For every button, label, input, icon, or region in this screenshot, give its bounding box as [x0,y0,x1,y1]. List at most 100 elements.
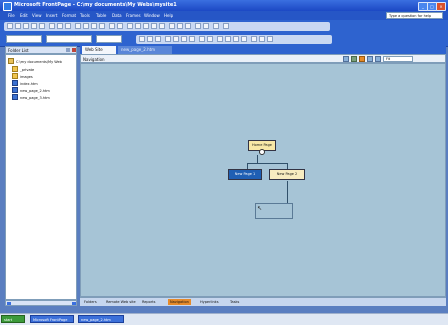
menu-data[interactable]: Data [112,13,122,18]
close-button[interactable]: × [436,2,446,11]
view-subtree-icon[interactable] [343,56,349,62]
standard-toolbar [0,20,448,34]
increase-font-icon[interactable] [199,36,205,42]
print-icon[interactable] [49,23,55,29]
formatting-toolbar-buttons [136,35,332,44]
insert-picture-icon[interactable] [151,23,157,29]
navigation-canvas: Home Page New Page 1 New Page 2 ↖ [80,63,446,297]
drawing-icon[interactable] [159,23,165,29]
hyperlink-icon[interactable] [169,23,175,29]
view-folders[interactable]: Folders [82,299,99,305]
tree-item-images[interactable]: images [12,73,33,79]
menu-file[interactable]: File [8,13,15,18]
show-all-icon[interactable] [203,23,209,29]
nav-node-new-page-2[interactable]: New Page 2 [269,169,305,180]
views-bar: Folders Remote Web site Reports Navigati… [80,297,446,306]
align-center-icon[interactable] [173,36,179,42]
start-button[interactable]: start [1,315,25,323]
spelling-icon[interactable] [65,23,71,29]
folder-list-toggle-icon[interactable] [39,23,45,29]
save-icon[interactable] [23,23,29,29]
title-bar: Microsoft FrontPage - C:\my documents\My… [0,0,448,11]
toolbar-options-icon[interactable] [223,23,229,29]
format-painter-icon[interactable] [99,23,105,29]
folder-list-menu-icon[interactable] [66,48,70,52]
collapse-toggle-icon[interactable] [259,149,265,155]
open-icon[interactable] [15,23,21,29]
web-folder-icon [8,58,14,64]
justify-icon[interactable] [189,36,195,42]
view-hyperlinks[interactable]: Hyperlinks [198,299,221,305]
copy-icon[interactable] [83,23,89,29]
taskbar-new-page-2[interactable]: new_page_2.htm [78,315,124,323]
help-question-input[interactable]: Type a question for help [386,12,443,19]
frontpage-app-icon [3,2,12,11]
tree-item-index[interactable]: index.htm [12,80,38,86]
numbering-icon[interactable] [217,36,223,42]
formatting-toolbar [0,33,448,47]
menu-window[interactable]: Window [144,13,160,18]
font-color-icon[interactable] [267,36,273,42]
tab-new-page-2[interactable]: new_page_2.htm [118,46,172,54]
menu-frames[interactable]: Frames [126,13,141,18]
menu-format[interactable]: Format [62,13,76,18]
menu-bar: File Edit View Insert Format Tools Table… [0,11,448,20]
bullets-icon[interactable] [225,36,231,42]
italic-icon[interactable] [147,36,153,42]
page-icon [12,94,18,100]
align-left-icon[interactable] [165,36,171,42]
web-component-icon[interactable] [127,23,133,29]
new-page-icon[interactable] [7,23,13,29]
rotate-icon[interactable] [367,56,373,62]
style-dropdown[interactable] [6,35,42,43]
nav-node-new-page-1[interactable]: New Page 1 [228,169,262,180]
view-tasks[interactable]: Tasks [228,299,241,305]
refresh-icon[interactable] [177,23,183,29]
menu-insert[interactable]: Insert [46,13,57,18]
taskbar-frontpage[interactable]: Microsoft FrontPage [30,315,74,323]
view-navigation[interactable]: Navigation [168,299,191,305]
tree-item-private[interactable]: _private [12,66,34,72]
bold-icon[interactable] [139,36,145,42]
tab-web-site[interactable]: Web Site [82,46,116,54]
menu-view[interactable]: View [32,13,42,18]
view-remote-web-site[interactable]: Remote Web site [104,299,138,305]
menu-tools[interactable]: Tools [80,13,90,18]
zoom-dropdown[interactable]: Fit [383,56,413,62]
redo-icon[interactable] [117,23,123,29]
menu-help[interactable]: Help [164,13,173,18]
insert-layer-icon[interactable] [143,23,149,29]
code-view-icon[interactable] [195,23,201,29]
font-dropdown[interactable] [46,35,92,43]
undo-icon[interactable] [109,23,115,29]
tree-item-web-root[interactable]: C:\my documents\My Web [8,58,62,64]
menu-edit[interactable]: Edit [20,13,28,18]
scroll-left-icon[interactable] [7,302,11,305]
underline-icon[interactable] [155,36,161,42]
folder-list-close-icon[interactable] [72,48,76,52]
scroll-right-icon[interactable] [72,302,76,305]
add-existing-page-icon[interactable] [359,56,365,62]
menu-table[interactable]: Table [96,13,106,18]
tree-item-new-page-2[interactable]: new_page_2.htm [12,87,50,93]
external-hyperlink-icon[interactable] [375,56,381,62]
folder-list: C:\my documents\My Web _private images i… [5,54,77,300]
increase-indent-icon[interactable] [241,36,247,42]
borders-icon[interactable] [251,36,257,42]
folder-list-scrollbar[interactable] [5,300,77,306]
new-page-nav-icon[interactable] [351,56,357,62]
cut-icon[interactable] [75,23,81,29]
tree-item-new-page-3[interactable]: new_page_3.htm [12,94,50,100]
stop-icon[interactable] [185,23,191,29]
preview-icon[interactable] [57,23,63,29]
help-icon[interactable] [213,23,219,29]
publish-icon[interactable] [31,23,37,29]
insert-table-icon[interactable] [135,23,141,29]
decrease-indent-icon[interactable] [233,36,239,42]
align-right-icon[interactable] [181,36,187,42]
font-size-dropdown[interactable] [96,35,122,43]
view-reports[interactable]: Reports [140,299,157,305]
decrease-font-icon[interactable] [207,36,213,42]
paste-icon[interactable] [91,23,97,29]
highlight-icon[interactable] [259,36,265,42]
